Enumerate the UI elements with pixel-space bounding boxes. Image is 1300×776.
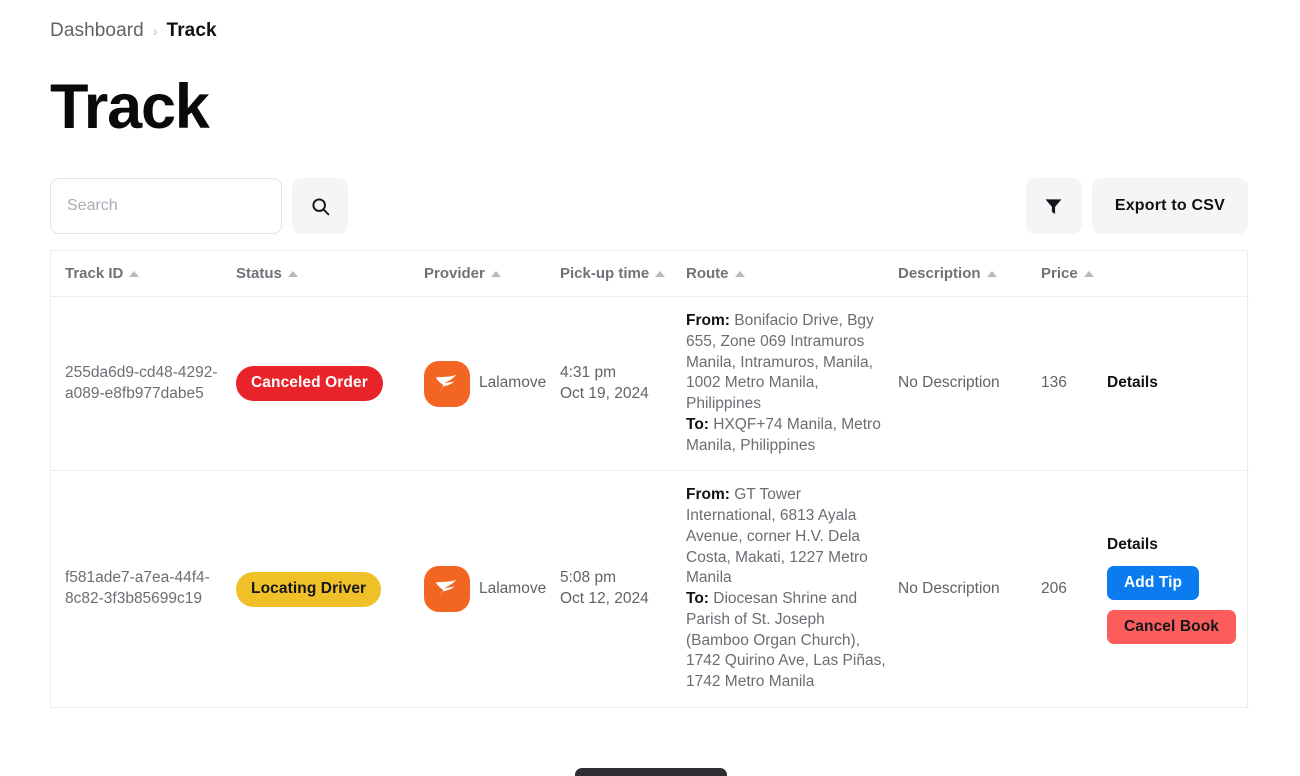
column-header-pickup-time[interactable]: Pick-up time <box>560 251 686 297</box>
track-page: Dashboard › Track Track Export to CSV <box>0 0 1300 776</box>
sort-ascending-icon <box>734 270 745 277</box>
pagination-bar[interactable] <box>575 768 727 776</box>
sort-ascending-icon <box>129 270 140 277</box>
lalamove-bird-icon <box>424 360 470 407</box>
cancel-book-button[interactable]: Cancel Book <box>1107 609 1236 644</box>
breadcrumb-separator-icon: › <box>152 23 158 39</box>
provider-name: Lalamove <box>479 374 547 392</box>
column-label: Route <box>686 265 729 282</box>
pickup-time-value: 4:31 pm <box>560 363 617 381</box>
track-table: Track ID Status Provider Pick-up time Ro… <box>50 250 1249 709</box>
export-to-csv-button[interactable]: Export to CSV <box>1091 178 1248 234</box>
column-label: Description <box>898 265 981 282</box>
route-to-value: HXQF+74 Manila, Metro Manila, Philippine… <box>686 415 881 454</box>
cell-actions: Details <box>1107 296 1249 472</box>
cell-status: Canceled Order <box>236 296 424 472</box>
route-from: From: Bonifacio Drive, Bgy 655, Zone 069… <box>686 311 886 415</box>
pickup-date-value: Oct 19, 2024 <box>560 384 649 402</box>
cell-route: From: GT Tower International, 6813 Ayala… <box>686 470 898 709</box>
details-button[interactable]: Details <box>1107 535 1158 556</box>
filter-button[interactable] <box>1025 178 1082 234</box>
toolbar: Export to CSV <box>50 178 1248 234</box>
cell-price: 136 <box>1041 296 1107 472</box>
bird-glyph <box>435 374 457 395</box>
sort-ascending-icon <box>655 270 666 277</box>
price-value: 136 <box>1041 374 1067 392</box>
toolbar-actions: Export to CSV <box>1025 178 1248 234</box>
description-value: No Description <box>898 579 1000 597</box>
provider: Lalamove <box>424 360 548 407</box>
route-from-label: From: <box>686 312 730 329</box>
column-label: Pick-up time <box>560 265 650 282</box>
description-value: No Description <box>898 374 1000 392</box>
column-header-actions <box>1107 251 1249 297</box>
status-badge[interactable]: Locating Driver <box>236 571 382 607</box>
route-to-value: Diocesan Shrine and Parish of St. Joseph… <box>686 590 886 691</box>
route-to: To: Diocesan Shrine and Parish of St. Jo… <box>686 589 886 693</box>
breadcrumb-track[interactable]: Track <box>167 20 217 42</box>
cell-description: No Description <box>898 470 1041 709</box>
column-label: Status <box>236 265 282 282</box>
route-to: To: HXQF+74 Manila, Metro Manila, Philip… <box>686 415 886 457</box>
cell-provider: Lalamove <box>424 470 560 709</box>
column-header-provider[interactable]: Provider <box>424 251 560 297</box>
details-button[interactable]: Details <box>1107 373 1158 394</box>
filter-funnel-icon <box>1045 198 1062 214</box>
status-badge[interactable]: Canceled Order <box>236 366 383 402</box>
search-input[interactable] <box>50 178 282 234</box>
pickup-date-value: Oct 12, 2024 <box>560 590 649 608</box>
route-from: From: GT Tower International, 6813 Ayala… <box>686 485 886 589</box>
cell-description: No Description <box>898 296 1041 472</box>
column-header-description[interactable]: Description <box>898 251 1041 297</box>
breadcrumb: Dashboard › Track <box>50 0 1300 42</box>
route-from-label: From: <box>686 486 730 504</box>
page-title: Track <box>50 72 210 142</box>
breadcrumb-dashboard[interactable]: Dashboard <box>50 20 144 42</box>
search-icon <box>311 197 329 215</box>
table-body: 255da6d9-cd48-4292-a089-e8fb977dabe5 Can… <box>51 296 1249 709</box>
price-value: 206 <box>1041 579 1067 597</box>
route-to-label: To: <box>686 415 709 433</box>
bird-glyph <box>435 579 457 601</box>
table-row: f581ade7-a7ea-44f4-8c82-3f3b85699c19 Loc… <box>51 470 1249 709</box>
track-id-value: 255da6d9-cd48-4292-a089-e8fb977dabe5 <box>65 363 218 402</box>
column-label: Track ID <box>65 265 124 282</box>
cell-route: From: Bonifacio Drive, Bgy 655, Zone 069… <box>686 296 898 472</box>
cell-price: 206 <box>1041 470 1107 709</box>
cell-provider: Lalamove <box>424 296 560 472</box>
table-header: Track ID Status Provider Pick-up time Ro… <box>51 251 1249 297</box>
column-header-status[interactable]: Status <box>236 251 424 297</box>
column-label: Price <box>1041 265 1078 282</box>
route-to-label: To: <box>686 590 709 608</box>
sort-ascending-icon <box>287 270 298 277</box>
search-button[interactable] <box>292 178 348 234</box>
column-header-price[interactable]: Price <box>1041 251 1107 297</box>
track-id-value: f581ade7-a7ea-44f4-8c82-3f3b85699c19 <box>65 569 210 608</box>
cell-track-id: f581ade7-a7ea-44f4-8c82-3f3b85699c19 <box>51 470 236 709</box>
column-label: Provider <box>424 265 485 282</box>
table-row: 255da6d9-cd48-4292-a089-e8fb977dabe5 Can… <box>51 296 1249 472</box>
column-header-route[interactable]: Route <box>686 251 898 297</box>
pickup-time-value: 5:08 pm <box>560 569 617 587</box>
sort-ascending-icon <box>1083 270 1094 277</box>
provider: Lalamove <box>424 566 548 613</box>
cell-pickup-time: 5:08 pm Oct 12, 2024 <box>560 470 686 709</box>
column-header-track-id[interactable]: Track ID <box>51 251 236 297</box>
sort-ascending-icon <box>490 270 501 277</box>
cell-pickup-time: 4:31 pm Oct 19, 2024 <box>560 296 686 472</box>
provider-name: Lalamove <box>479 579 547 597</box>
cell-status: Locating Driver <box>236 470 424 709</box>
cell-actions: Details Add Tip Cancel Book <box>1107 470 1249 709</box>
add-tip-button[interactable]: Add Tip <box>1107 565 1200 600</box>
lalamove-bird-icon <box>424 566 470 613</box>
sort-ascending-icon <box>986 270 997 277</box>
cell-track-id: 255da6d9-cd48-4292-a089-e8fb977dabe5 <box>51 296 236 472</box>
